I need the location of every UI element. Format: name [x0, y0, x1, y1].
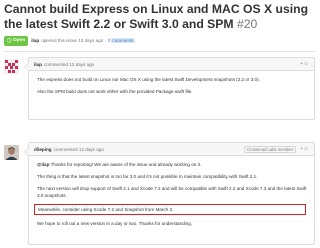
comment-paragraph: The express does not build on Linux nor … [37, 77, 260, 82]
comment-timestamp[interactable]: commented 13 days ago [44, 62, 94, 67]
comment-timestamp[interactable]: commented 13 days ago [54, 147, 104, 152]
issue-number: #20 [236, 17, 258, 31]
comment-paragraph: The next version will drop support of Sw… [37, 186, 307, 198]
comment-author-link[interactable]: dileping [34, 147, 52, 152]
issue-opened-icon: ⓘ [7, 37, 12, 43]
comment-paragraph: @ilap Thanks for reporting! We are aware… [37, 161, 309, 168]
avatar[interactable] [4, 145, 19, 160]
highlighted-annotation-box: Meanwhile, consider using Xcode 7.2 and … [34, 204, 306, 215]
comment-body: The express does not build on Linux nor … [29, 71, 314, 95]
add-reaction-icon[interactable]: +☺ [300, 61, 309, 67]
avatar[interactable] [4, 59, 19, 74]
identicon-avatar-icon [4, 59, 19, 74]
add-reaction-icon[interactable]: +☺ [300, 146, 309, 152]
header-divider [4, 51, 316, 52]
comments-word: comments [111, 38, 135, 43]
issue-title-text: Cannot build Express on Linux and MAC OS… [4, 2, 309, 31]
comment-dileping: dileping commented 13 days ago Crossroad… [24, 142, 315, 245]
comment-paragraph: We hope to roll out a new version in a d… [37, 221, 193, 226]
comment-header: ilap commented 13 days ago +☺ [29, 58, 314, 71]
user-mention-link[interactable]: @ilap [37, 162, 49, 167]
comment-paragraph: Also the SPM build does not work either … [37, 89, 193, 94]
issue-author-link[interactable]: ilap [31, 38, 39, 43]
member-badge: Crossroad Labs member [244, 145, 297, 153]
issue-title: Cannot build Express on Linux and MAC OS… [4, 2, 318, 32]
comment-body: @ilap Thanks for reporting! We are aware… [29, 156, 314, 227]
comments-link[interactable]: 3 comments [108, 38, 135, 43]
comments-count: 3 [107, 38, 111, 43]
comment-text: Thanks for reporting! We are aware of th… [49, 162, 202, 167]
comment-author-link[interactable]: ilap [34, 62, 42, 67]
issue-opened-text: opened this issue 13 days ago · [41, 38, 107, 43]
user-photo-avatar-icon [4, 145, 19, 160]
comment-paragraph-highlighted: Meanwhile, consider using Xcode 7.2 and … [38, 207, 174, 212]
status-badge: ⓘ Open [4, 35, 29, 46]
comment-header: dileping commented 13 days ago Crossroad… [29, 143, 314, 156]
comment-ilap: ilap commented 13 days ago +☺ The expres… [24, 57, 315, 120]
issue-meta: ⓘ Open ilap opened this issue 13 days ag… [4, 35, 135, 46]
comment-paragraph: The thing is that the latest snapshot is… [37, 174, 258, 179]
status-label: Open [13, 38, 26, 43]
